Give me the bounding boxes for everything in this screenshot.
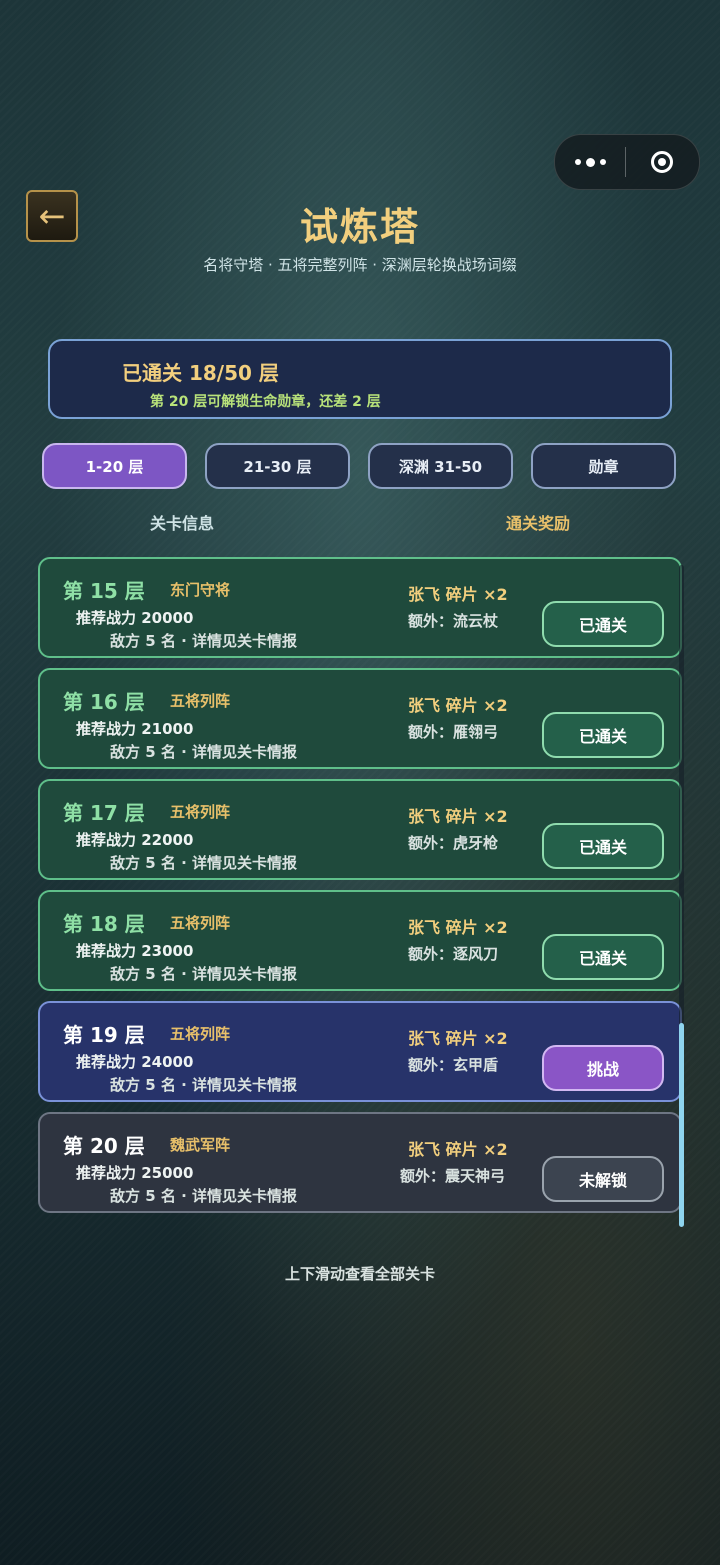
tab-21-30[interactable]: 21-30 层 (205, 443, 350, 489)
level-name: 第 18 层 (63, 912, 145, 936)
level-enemy: 敌方 5 名 · 详情见关卡情报 (110, 743, 298, 761)
level-reward: 张飞 碎片 ×2 (408, 1140, 508, 1159)
cleared-button[interactable]: 已通关 (542, 934, 664, 980)
level-card-current: 第 19 层 五将列阵 推荐战力 24000 敌方 5 名 · 详情见关卡情报 … (38, 1001, 682, 1102)
level-card: 第 16 层 五将列阵 推荐战力 21000 敌方 5 名 · 详情见关卡情报 … (38, 668, 682, 769)
level-enemy: 敌方 5 名 · 详情见关卡情报 (110, 854, 298, 872)
level-tag: 五将列阵 (170, 914, 231, 932)
progress-count: 已通关 18/50 层 (122, 361, 279, 385)
cleared-button[interactable]: 已通关 (542, 601, 664, 647)
column-reward: 通关奖励 (506, 514, 571, 533)
level-name: 第 16 层 (63, 690, 145, 714)
level-tag: 魏武军阵 (170, 1136, 231, 1154)
level-extra: 额外：流云杖 (408, 612, 499, 630)
level-enemy: 敌方 5 名 · 详情见关卡情报 (110, 1187, 298, 1205)
level-card: 第 17 层 五将列阵 推荐战力 22000 敌方 5 名 · 详情见关卡情报 … (38, 779, 682, 880)
level-power: 推荐战力 23000 (76, 942, 194, 960)
level-power: 推荐战力 20000 (76, 609, 194, 627)
level-extra: 额外：玄甲盾 (408, 1056, 499, 1074)
level-tag: 五将列阵 (170, 1025, 231, 1043)
level-reward: 张飞 碎片 ×2 (408, 585, 508, 604)
level-extra: 额外：逐风刀 (408, 945, 499, 963)
page-subtitle: 名将守塔 · 五将完整列阵 · 深渊层轮换战场词缀 (203, 256, 517, 274)
tab-medals[interactable]: 勋章 (531, 443, 676, 489)
column-headers: 关卡信息 通关奖励 (0, 510, 720, 534)
level-name: 第 15 层 (63, 579, 145, 603)
target-close-icon[interactable] (626, 151, 698, 173)
floor-tabs: 1-20 层 21-30 层 深渊 31-50 勋章 (42, 443, 678, 489)
cleared-button[interactable]: 已通关 (542, 712, 664, 758)
level-power: 推荐战力 21000 (76, 720, 194, 738)
level-enemy: 敌方 5 名 · 详情见关卡情报 (110, 965, 298, 983)
level-extra: 额外：震天神弓 (400, 1167, 506, 1185)
level-reward: 张飞 碎片 ×2 (408, 696, 508, 715)
level-name: 第 20 层 (63, 1134, 145, 1158)
level-tag: 东门守将 (170, 581, 231, 599)
scrollbar-thumb[interactable] (679, 1023, 684, 1227)
level-reward: 张飞 碎片 ×2 (408, 918, 508, 937)
cleared-button[interactable]: 已通关 (542, 823, 664, 869)
level-extra: 额外：雁翎弓 (408, 723, 499, 741)
mini-program-capsule (554, 134, 700, 190)
more-dots-icon[interactable] (555, 157, 625, 167)
level-tag: 五将列阵 (170, 692, 231, 710)
tab-abyss[interactable]: 深渊 31-50 (368, 443, 513, 489)
level-power: 推荐战力 22000 (76, 831, 194, 849)
level-enemy: 敌方 5 名 · 详情见关卡情报 (110, 632, 298, 650)
scroll-hint: 上下滑动查看全部关卡 (284, 1265, 435, 1283)
level-card: 第 15 层 东门守将 推荐战力 20000 敌方 5 名 · 详情见关卡情报 … (38, 557, 682, 658)
progress-hint: 第 20 层可解锁生命勋章，还差 2 层 (150, 394, 381, 410)
level-list: 第 15 层 东门守将 推荐战力 20000 敌方 5 名 · 详情见关卡情报 … (38, 557, 682, 1223)
challenge-button[interactable]: 挑战 (542, 1045, 664, 1091)
level-card: 第 18 层 五将列阵 推荐战力 23000 敌方 5 名 · 详情见关卡情报 … (38, 890, 682, 991)
level-name: 第 17 层 (63, 801, 145, 825)
level-reward: 张飞 碎片 ×2 (408, 1029, 508, 1048)
level-card-locked: 第 20 层 魏武军阵 推荐战力 25000 敌方 5 名 · 详情见关卡情报 … (38, 1112, 682, 1213)
level-enemy: 敌方 5 名 · 详情见关卡情报 (110, 1076, 298, 1094)
level-reward: 张飞 碎片 ×2 (408, 807, 508, 826)
level-power: 推荐战力 24000 (76, 1053, 194, 1071)
locked-button[interactable]: 未解锁 (542, 1156, 664, 1202)
level-power: 推荐战力 25000 (76, 1164, 194, 1182)
column-info: 关卡信息 (150, 514, 215, 533)
tab-1-20[interactable]: 1-20 层 (42, 443, 187, 489)
page-title: 试炼塔 (299, 205, 420, 249)
level-name: 第 19 层 (63, 1023, 145, 1047)
level-tag: 五将列阵 (170, 803, 231, 821)
progress-panel: 已通关 18/50 层 第 20 层可解锁生命勋章，还差 2 层 (48, 339, 672, 419)
level-extra: 额外：虎牙枪 (408, 834, 499, 852)
